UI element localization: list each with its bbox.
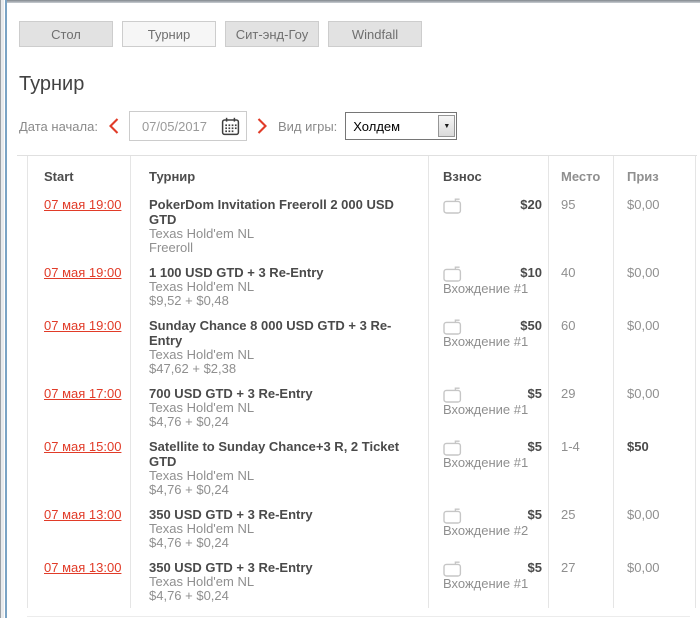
start-time-link[interactable]: 07 мая 13:00 — [44, 507, 121, 522]
buyin-amount: $5 — [527, 439, 542, 454]
game-variant: Texas Hold'em NL — [149, 279, 255, 294]
start-time-link[interactable]: 07 мая 19:00 — [44, 318, 121, 333]
tournament-name: Satellite to Sunday Chance+3 R, 2 Ticket… — [149, 439, 400, 469]
dropdown-arrow-icon[interactable]: ▼ — [438, 115, 456, 137]
tournament-row: 07 мая 19:00 PokerDom Invitation Freerol… — [28, 192, 700, 260]
tournament-row: 07 мая 15:00 Satellite to Sunday Chance+… — [28, 434, 700, 502]
tournament-row: 07 мая 19:00 1 100 USD GTD + 3 Re-Entry … — [28, 260, 700, 313]
tab-table[interactable]: Стол — [19, 21, 113, 47]
prize-value: $0,00 — [614, 555, 696, 608]
prize-value: $0,00 — [614, 381, 696, 434]
buyin-amount: $20 — [520, 197, 542, 212]
tournament-name: 700 USD GTD + 3 Re-Entry — [149, 386, 313, 401]
tab-windfall[interactable]: Windfall — [328, 21, 422, 47]
start-time-link[interactable]: 07 мая 17:00 — [44, 386, 121, 401]
column-header-tournament: Турнир — [131, 156, 429, 192]
start-time-link[interactable]: 07 мая 13:00 — [44, 560, 121, 575]
place-value: 60 — [549, 313, 614, 381]
tournament-row: 07 мая 13:00 350 USD GTD + 3 Re-Entry Te… — [28, 502, 700, 555]
buyin-breakdown: $9,52 + $0,48 — [149, 293, 229, 308]
column-header-buyin: Взнос — [429, 156, 549, 192]
buyin-breakdown: $4,76 + $0,24 — [149, 535, 229, 550]
bottom-divider — [27, 616, 690, 617]
column-header-place: Место — [549, 156, 614, 192]
place-value: 27 — [549, 555, 614, 608]
prize-value: $0,00 — [614, 502, 696, 555]
game-type-label: Вид игры: — [277, 118, 338, 134]
tournament-table: Start Турнир Взнос Место Приз 07 мая 19:… — [27, 156, 700, 608]
wallet-icon — [443, 319, 462, 335]
game-variant: Texas Hold'em NL — [149, 400, 255, 415]
place-value: 40 — [549, 260, 614, 313]
prize-value: $0,00 — [614, 313, 696, 381]
wallet-icon — [443, 561, 462, 577]
wallet-icon — [443, 198, 462, 214]
start-time-link[interactable]: 07 мая 15:00 — [44, 439, 121, 454]
place-value: 25 — [549, 502, 614, 555]
tab-tournament[interactable]: Турнир — [122, 21, 216, 47]
chevron-right-icon[interactable] — [256, 117, 269, 135]
wallet-icon — [443, 508, 462, 524]
buyin-breakdown: Freeroll — [149, 240, 194, 255]
tournament-lobby-window: Стол Турнир Сит-энд-Гоу Windfall Турнир Дат… — [0, 0, 700, 618]
start-time-link[interactable]: 07 мая 19:00 — [44, 265, 121, 280]
prize-value: $50 — [614, 434, 696, 502]
buyin-amount: $50 — [520, 318, 542, 333]
column-header-start: Start — [28, 156, 131, 192]
entry-number: Вхождение #1 — [443, 402, 529, 417]
game-variant: Texas Hold'em NL — [149, 574, 255, 589]
calendar-icon[interactable] — [221, 117, 240, 136]
prize-value: $0,00 — [614, 192, 696, 260]
tournament-name: 350 USD GTD + 3 Re-Entry — [149, 560, 313, 575]
tournament-name: PokerDom Invitation Freeroll 2 000 USD G… — [149, 197, 394, 227]
entry-number: Вхождение #1 — [443, 455, 529, 470]
start-time-link[interactable]: 07 мая 19:00 — [44, 197, 121, 212]
buyin-amount: $5 — [527, 386, 542, 401]
date-input[interactable]: 07/05/2017 — [128, 111, 247, 141]
tournament-row: 07 мая 17:00 700 USD GTD + 3 Re-Entry Te… — [28, 381, 700, 434]
game-variant: Texas Hold'em NL — [149, 226, 255, 241]
wallet-icon — [443, 266, 462, 282]
place-value: 1-4 — [549, 434, 614, 502]
tab-sit-and-go[interactable]: Сит-энд-Гоу — [225, 21, 319, 47]
entry-number: Вхождение #1 — [443, 281, 529, 296]
wallet-icon — [443, 387, 462, 403]
game-variant: Texas Hold'em NL — [149, 521, 255, 536]
game-variant: Texas Hold'em NL — [149, 468, 255, 483]
start-date-label: Дата начала: — [19, 118, 98, 134]
entry-number: Вхождение #2 — [443, 523, 529, 538]
prize-value: $0,00 — [614, 260, 696, 313]
tournament-name: 1 100 USD GTD + 3 Re-Entry — [149, 265, 324, 280]
buyin-breakdown: $47,62 + $2,38 — [149, 361, 237, 376]
tournament-row: 07 мая 13:00 350 USD GTD + 3 Re-Entry Te… — [28, 555, 700, 608]
table-header: Start Турнир Взнос Место Приз — [28, 156, 700, 192]
game-variant: Texas Hold'em NL — [149, 347, 255, 362]
entry-number: Вхождение #1 — [443, 334, 529, 349]
page-title: Турнир — [19, 73, 85, 95]
tournament-name: Sunday Chance 8 000 USD GTD + 3 Re-Entry — [149, 318, 392, 348]
entry-number: Вхождение #1 — [443, 576, 529, 591]
chevron-left-icon[interactable] — [107, 117, 120, 135]
buyin-breakdown: $4,76 + $0,24 — [149, 482, 229, 497]
filters-row: Дата начала: 07/05/2017 Вид игры: Холдем… — [19, 111, 700, 141]
place-value: 29 — [549, 381, 614, 434]
wallet-icon — [443, 440, 462, 456]
tournament-table-body: 07 мая 19:00 PokerDom Invitation Freerol… — [28, 192, 700, 608]
buyin-amount: $5 — [527, 560, 542, 575]
tournament-name: 350 USD GTD + 3 Re-Entry — [149, 507, 313, 522]
buyin-amount: $10 — [520, 265, 542, 280]
date-value: 07/05/2017 — [141, 118, 208, 134]
place-value: 95 — [549, 192, 614, 260]
game-type-value: Холдем — [353, 118, 401, 134]
window-border-top — [0, 0, 700, 3]
lobby-content: Стол Турнир Сит-энд-Гоу Windfall Турнир Дат… — [7, 3, 700, 618]
tournament-row: 07 мая 19:00 Sunday Chance 8 000 USD GTD… — [28, 313, 700, 381]
column-header-prize: Приз — [614, 156, 696, 192]
window-border-left — [0, 0, 7, 618]
game-type-select[interactable]: Холдем ▼ — [345, 112, 458, 140]
buyin-breakdown: $4,76 + $0,24 — [149, 588, 229, 603]
tab-bar: Стол Турнир Сит-энд-Гоу Windfall — [19, 21, 700, 47]
buyin-breakdown: $4,76 + $0,24 — [149, 414, 229, 429]
buyin-amount: $5 — [527, 507, 542, 522]
